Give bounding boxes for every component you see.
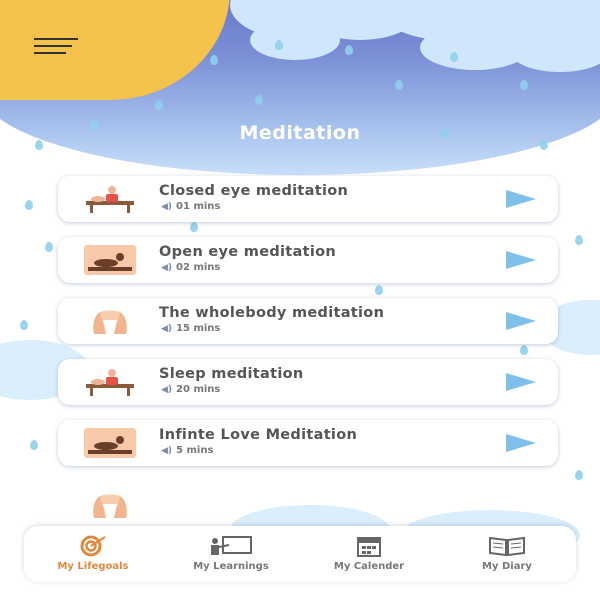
presentation-icon [211, 536, 252, 555]
massage-table-icon [84, 367, 136, 397]
nav-item-diary[interactable]: My Diary [438, 526, 576, 582]
meditation-duration: ◀) 20 mins [161, 384, 220, 395]
cloud [250, 20, 340, 60]
meditation-title: The wholebody meditation [159, 305, 385, 321]
massage-table-icon [84, 184, 136, 214]
duration-text: 02 mins [176, 262, 221, 273]
nav-item-calender[interactable]: My Calender [300, 526, 438, 582]
duration-text: 20 mins [176, 384, 221, 395]
speaker-icon: ◀) [161, 385, 173, 395]
raindrop [450, 52, 458, 62]
nav-label: My Lifegoals [57, 561, 129, 572]
nav-label: My Diary [482, 561, 532, 572]
book-icon [489, 536, 525, 557]
play-icon[interactable] [506, 434, 536, 452]
cloud [510, 30, 600, 72]
raindrop [30, 440, 38, 450]
raindrop [35, 140, 43, 150]
bottom-nav: My Lifegoals My Learnings My Calender My… [24, 526, 576, 582]
raindrop [210, 55, 218, 65]
hands-icon [84, 490, 136, 524]
meditation-duration: ◀) 15 mins [161, 323, 220, 334]
nav-item-lifegoals[interactable]: My Lifegoals [24, 526, 162, 582]
meditation-card[interactable]: Sleep meditation ◀) 20 mins [58, 359, 558, 405]
meditation-title: Sleep meditation [159, 366, 304, 382]
raindrop [575, 235, 583, 245]
raindrop [520, 80, 528, 90]
duration-text: 5 mins [176, 445, 214, 456]
raindrop [45, 242, 53, 252]
nav-label: My Learnings [193, 561, 269, 572]
raindrop [90, 120, 98, 130]
speaker-icon: ◀) [161, 263, 173, 273]
hamburger-menu-icon[interactable] [34, 38, 80, 62]
speaker-icon: ◀) [161, 446, 173, 456]
speaker-icon: ◀) [161, 202, 173, 212]
reclining-person-icon [84, 428, 136, 458]
speaker-icon: ◀) [161, 324, 173, 334]
meditation-title: Closed eye meditation [159, 183, 349, 199]
meditation-list: Closed eye meditation ◀) 01 mins Open eye… [58, 176, 558, 481]
reclining-person-icon [84, 245, 136, 275]
play-icon[interactable] [506, 251, 536, 269]
calendar-icon [357, 537, 381, 557]
raindrop [275, 40, 283, 50]
meditation-screen: Meditation Closed eye meditation ◀) 01 m… [0, 0, 600, 600]
meditation-duration: ◀) 02 mins [161, 262, 220, 273]
meditation-card[interactable]: Closed eye meditation ◀) 01 mins [58, 176, 558, 222]
nav-label: My Calender [333, 561, 405, 572]
meditation-card[interactable]: The wholebody meditation ◀) 15 mins [58, 298, 558, 344]
meditation-title: Infinte Love Meditation [159, 427, 358, 443]
play-icon[interactable] [506, 312, 536, 330]
target-icon [80, 535, 106, 557]
raindrop [255, 95, 263, 105]
meditation-card[interactable]: Infinte Love Meditation ◀) 5 mins [58, 420, 558, 466]
raindrop [25, 200, 33, 210]
duration-text: 15 mins [176, 323, 221, 334]
hands-icon [84, 306, 136, 336]
raindrop [440, 128, 448, 138]
raindrop [345, 45, 353, 55]
meditation-title: Open eye meditation [159, 244, 336, 260]
nav-item-learnings[interactable]: My Learnings [162, 526, 300, 582]
raindrop [155, 100, 163, 110]
raindrop [20, 320, 28, 330]
play-icon[interactable] [506, 373, 536, 391]
meditation-duration: ◀) 01 mins [161, 201, 220, 212]
raindrop [540, 140, 548, 150]
meditation-card[interactable]: Open eye meditation ◀) 02 mins [58, 237, 558, 283]
duration-text: 01 mins [176, 201, 221, 212]
raindrop [575, 470, 583, 480]
play-icon[interactable] [506, 190, 536, 208]
raindrop [395, 80, 403, 90]
meditation-duration: ◀) 5 mins [161, 445, 213, 456]
